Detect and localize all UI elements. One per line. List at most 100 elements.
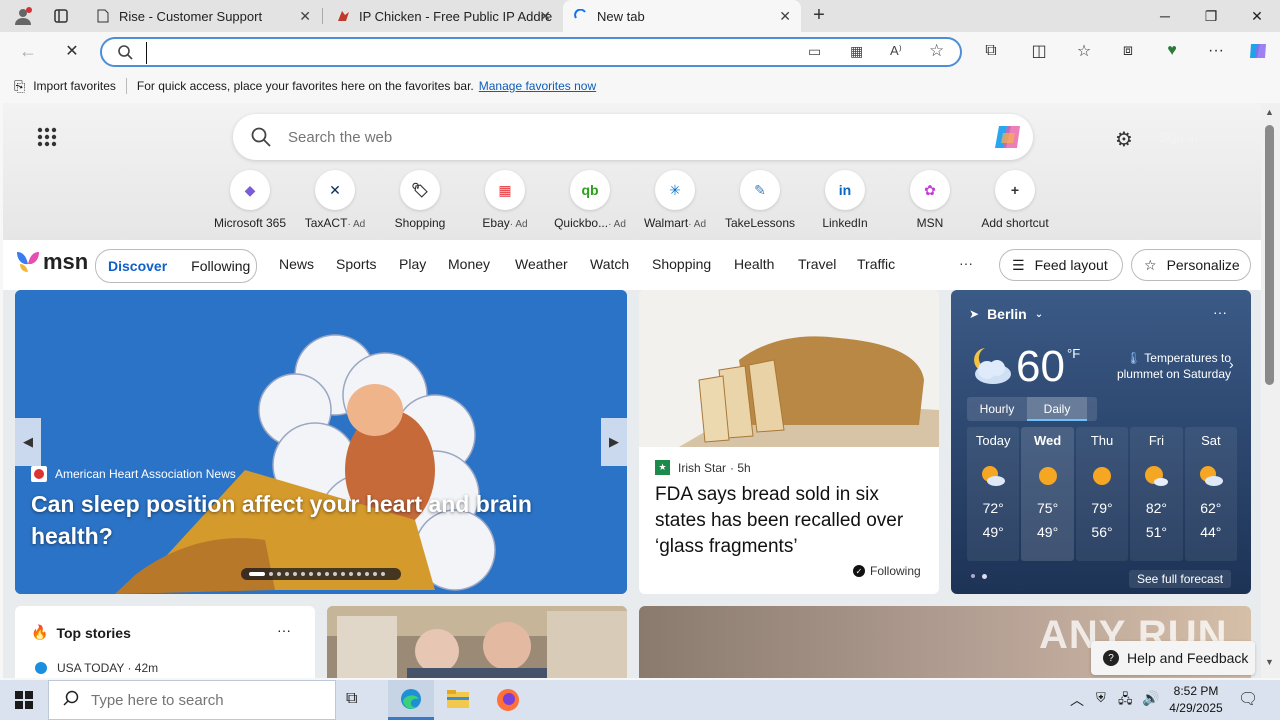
help-feedback-button[interactable]: ? Help and Feedback <box>1091 641 1255 675</box>
close-window-icon[interactable]: ✕ <box>1234 0 1280 32</box>
extensions-icon[interactable]: ⧉ <box>975 35 1007 67</box>
taskbar-search-input[interactable] <box>91 691 321 709</box>
weather-card[interactable]: ➤ Berlin ⌄ ··· 60 °F 🌡 Temperatures to p… <box>951 290 1251 594</box>
firefox-icon[interactable] <box>496 688 520 717</box>
copilot-icon[interactable] <box>1242 35 1274 67</box>
scroll-thumb[interactable] <box>1265 125 1274 385</box>
nav-item-health[interactable]: Health <box>734 256 774 272</box>
new-tab-button[interactable]: + <box>806 4 832 28</box>
tab-hourly[interactable]: Hourly <box>967 397 1027 421</box>
tab-discover[interactable]: Discover <box>108 258 167 274</box>
quick-link[interactable]: ▦ Ebay· Ad <box>462 170 548 230</box>
story-card-photo[interactable] <box>327 606 627 678</box>
msn-logo[interactable]: msn <box>15 249 88 275</box>
settings-gear-icon[interactable]: ⚙ <box>1115 127 1133 152</box>
close-tab-icon[interactable]: ✕ <box>779 8 791 25</box>
tab-rise[interactable]: Rise - Customer Support ✕ <box>85 0 321 32</box>
show-hidden-icons[interactable]: ︿ <box>1070 690 1084 710</box>
copilot-icon[interactable] <box>993 123 1023 156</box>
favorite-star-icon[interactable]: ☆ <box>929 41 944 61</box>
minimize-icon[interactable]: ─ <box>1142 0 1188 32</box>
taskbar-search[interactable] <box>48 680 336 720</box>
security-icon[interactable]: ⛨ <box>1096 690 1106 706</box>
app-available-icon[interactable]: ▦ <box>850 43 863 60</box>
more-options-icon[interactable]: ··· <box>1200 35 1232 67</box>
nav-item-news[interactable]: News <box>279 256 314 272</box>
nav-item-watch[interactable]: Watch <box>590 256 629 272</box>
quick-link[interactable]: ✿ MSN <box>887 170 973 230</box>
web-search-input[interactable] <box>288 125 928 149</box>
quick-link[interactable]: qb Quickbo...· Ad <box>547 170 633 230</box>
task-view-icon[interactable]: ⧉ <box>346 690 357 708</box>
forecast-day[interactable]: Fri 82° 51° <box>1130 427 1183 561</box>
see-full-forecast-link[interactable]: See full forecast <box>1129 570 1232 588</box>
forecast-day[interactable]: Wed 75° 49° <box>1021 427 1074 561</box>
quick-link[interactable]: ✎ TakeLessons <box>717 170 803 230</box>
clock[interactable]: 8:52 PM 4/29/2025 <box>1162 683 1230 717</box>
split-screen-icon[interactable]: ◫ <box>1023 35 1055 67</box>
file-explorer-icon[interactable] <box>446 688 470 715</box>
volume-icon[interactable]: 🔊 <box>1142 690 1159 707</box>
personalize-button[interactable]: ☆ Personalize <box>1131 249 1251 281</box>
apps-launcher-icon[interactable] <box>37 127 57 152</box>
nav-item-weather[interactable]: Weather <box>515 256 568 272</box>
quick-link[interactable]: 🏷 Shopping <box>377 170 463 230</box>
import-favorites-button[interactable]: Import favorites <box>33 79 116 93</box>
carousel-prev-button[interactable]: ◀ <box>15 418 41 466</box>
more-categories-button[interactable]: ··· <box>959 255 973 271</box>
feed-layout-button[interactable]: ☰ Feed layout <box>999 249 1123 281</box>
close-tab-icon[interactable]: ✕ <box>539 8 551 25</box>
story-card-bread[interactable]: ★ Irish Star · 5h FDA says bread sold in… <box>639 290 939 594</box>
nav-item-shopping[interactable]: Shopping <box>652 256 711 272</box>
close-tab-icon[interactable]: ✕ <box>299 8 311 25</box>
story-headline[interactable]: FDA says bread sold in six states has be… <box>655 482 927 560</box>
temp-unit[interactable]: °F <box>1067 346 1080 361</box>
read-aloud-icon[interactable]: A⁾ <box>890 43 902 59</box>
notifications-icon[interactable]: 🗨 <box>1238 689 1258 709</box>
collections-icon[interactable]: ⧈ <box>1112 35 1144 67</box>
forecast-day[interactable]: Today 72° 49° <box>967 427 1020 561</box>
sign-in-button[interactable]: Sign in <box>1158 130 1198 145</box>
following-badge[interactable]: ✓ Following <box>853 564 921 578</box>
scroll-up-arrow[interactable]: ▲ <box>1265 107 1274 117</box>
manage-favorites-link[interactable]: Manage favorites now <box>479 79 596 93</box>
forecast-day[interactable]: Sat 62° 44° <box>1184 427 1238 561</box>
nav-item-play[interactable]: Play <box>399 256 426 272</box>
quick-link[interactable]: in LinkedIn <box>802 170 888 230</box>
web-search-box[interactable] <box>233 114 1033 160</box>
tab-following[interactable]: Following <box>191 258 250 274</box>
hero-headline[interactable]: Can sleep position affect your heart and… <box>31 488 591 552</box>
weather-more-icon[interactable]: ··· <box>1213 304 1227 320</box>
back-icon[interactable]: ← <box>12 35 44 67</box>
nav-item-traffic[interactable]: Traffic <box>857 256 895 272</box>
address-input[interactable] <box>146 42 746 64</box>
tab-actions-icon[interactable] <box>48 4 74 28</box>
edge-taskbar-icon[interactable] <box>388 680 434 720</box>
immersive-reader-icon[interactable]: ▭ <box>808 43 821 60</box>
nav-item-travel[interactable]: Travel <box>798 256 836 272</box>
network-icon[interactable]: 🖧 <box>1118 690 1133 712</box>
tab-ipchicken[interactable]: IP Chicken - Free Public IP Addre ✕ <box>325 0 561 32</box>
start-button[interactable] <box>0 680 48 720</box>
scroll-down-arrow[interactable]: ▼ <box>1265 657 1274 667</box>
profile-icon[interactable] <box>10 4 36 28</box>
address-bar[interactable]: ▭ ▦ A⁾ ☆ <box>100 37 962 67</box>
tab-daily[interactable]: Daily <box>1027 397 1087 421</box>
page-scrollbar[interactable]: ▲ ▼ <box>1261 103 1280 678</box>
nav-item-money[interactable]: Money <box>448 256 490 272</box>
favorites-icon[interactable]: ☆ <box>1068 35 1100 67</box>
quick-link[interactable]: + Add shortcut <box>972 170 1058 230</box>
restore-icon[interactable]: ❐ <box>1188 0 1234 32</box>
carousel-next-button[interactable]: ▶ <box>601 418 627 466</box>
chevron-right-icon[interactable]: › <box>1229 356 1234 372</box>
quick-link[interactable]: ✕ TaxACT· Ad <box>292 170 378 230</box>
top-stories-more-icon[interactable]: ··· <box>277 622 291 638</box>
location-selector[interactable]: ➤ Berlin ⌄ <box>969 306 1043 322</box>
stop-loading-icon[interactable]: ✕ <box>56 35 88 67</box>
quick-link[interactable]: ◆ Microsoft 365 <box>207 170 293 230</box>
quick-link[interactable]: ✳ Walmart· Ad <box>632 170 718 230</box>
weather-alert[interactable]: 🌡 Temperatures to plummet on Saturday <box>1101 350 1231 382</box>
hero-story-card[interactable]: ◀ ▶ American Heart Association News Can … <box>15 290 627 594</box>
tab-newtab[interactable]: New tab ✕ <box>563 0 801 32</box>
nav-item-sports[interactable]: Sports <box>336 256 376 272</box>
